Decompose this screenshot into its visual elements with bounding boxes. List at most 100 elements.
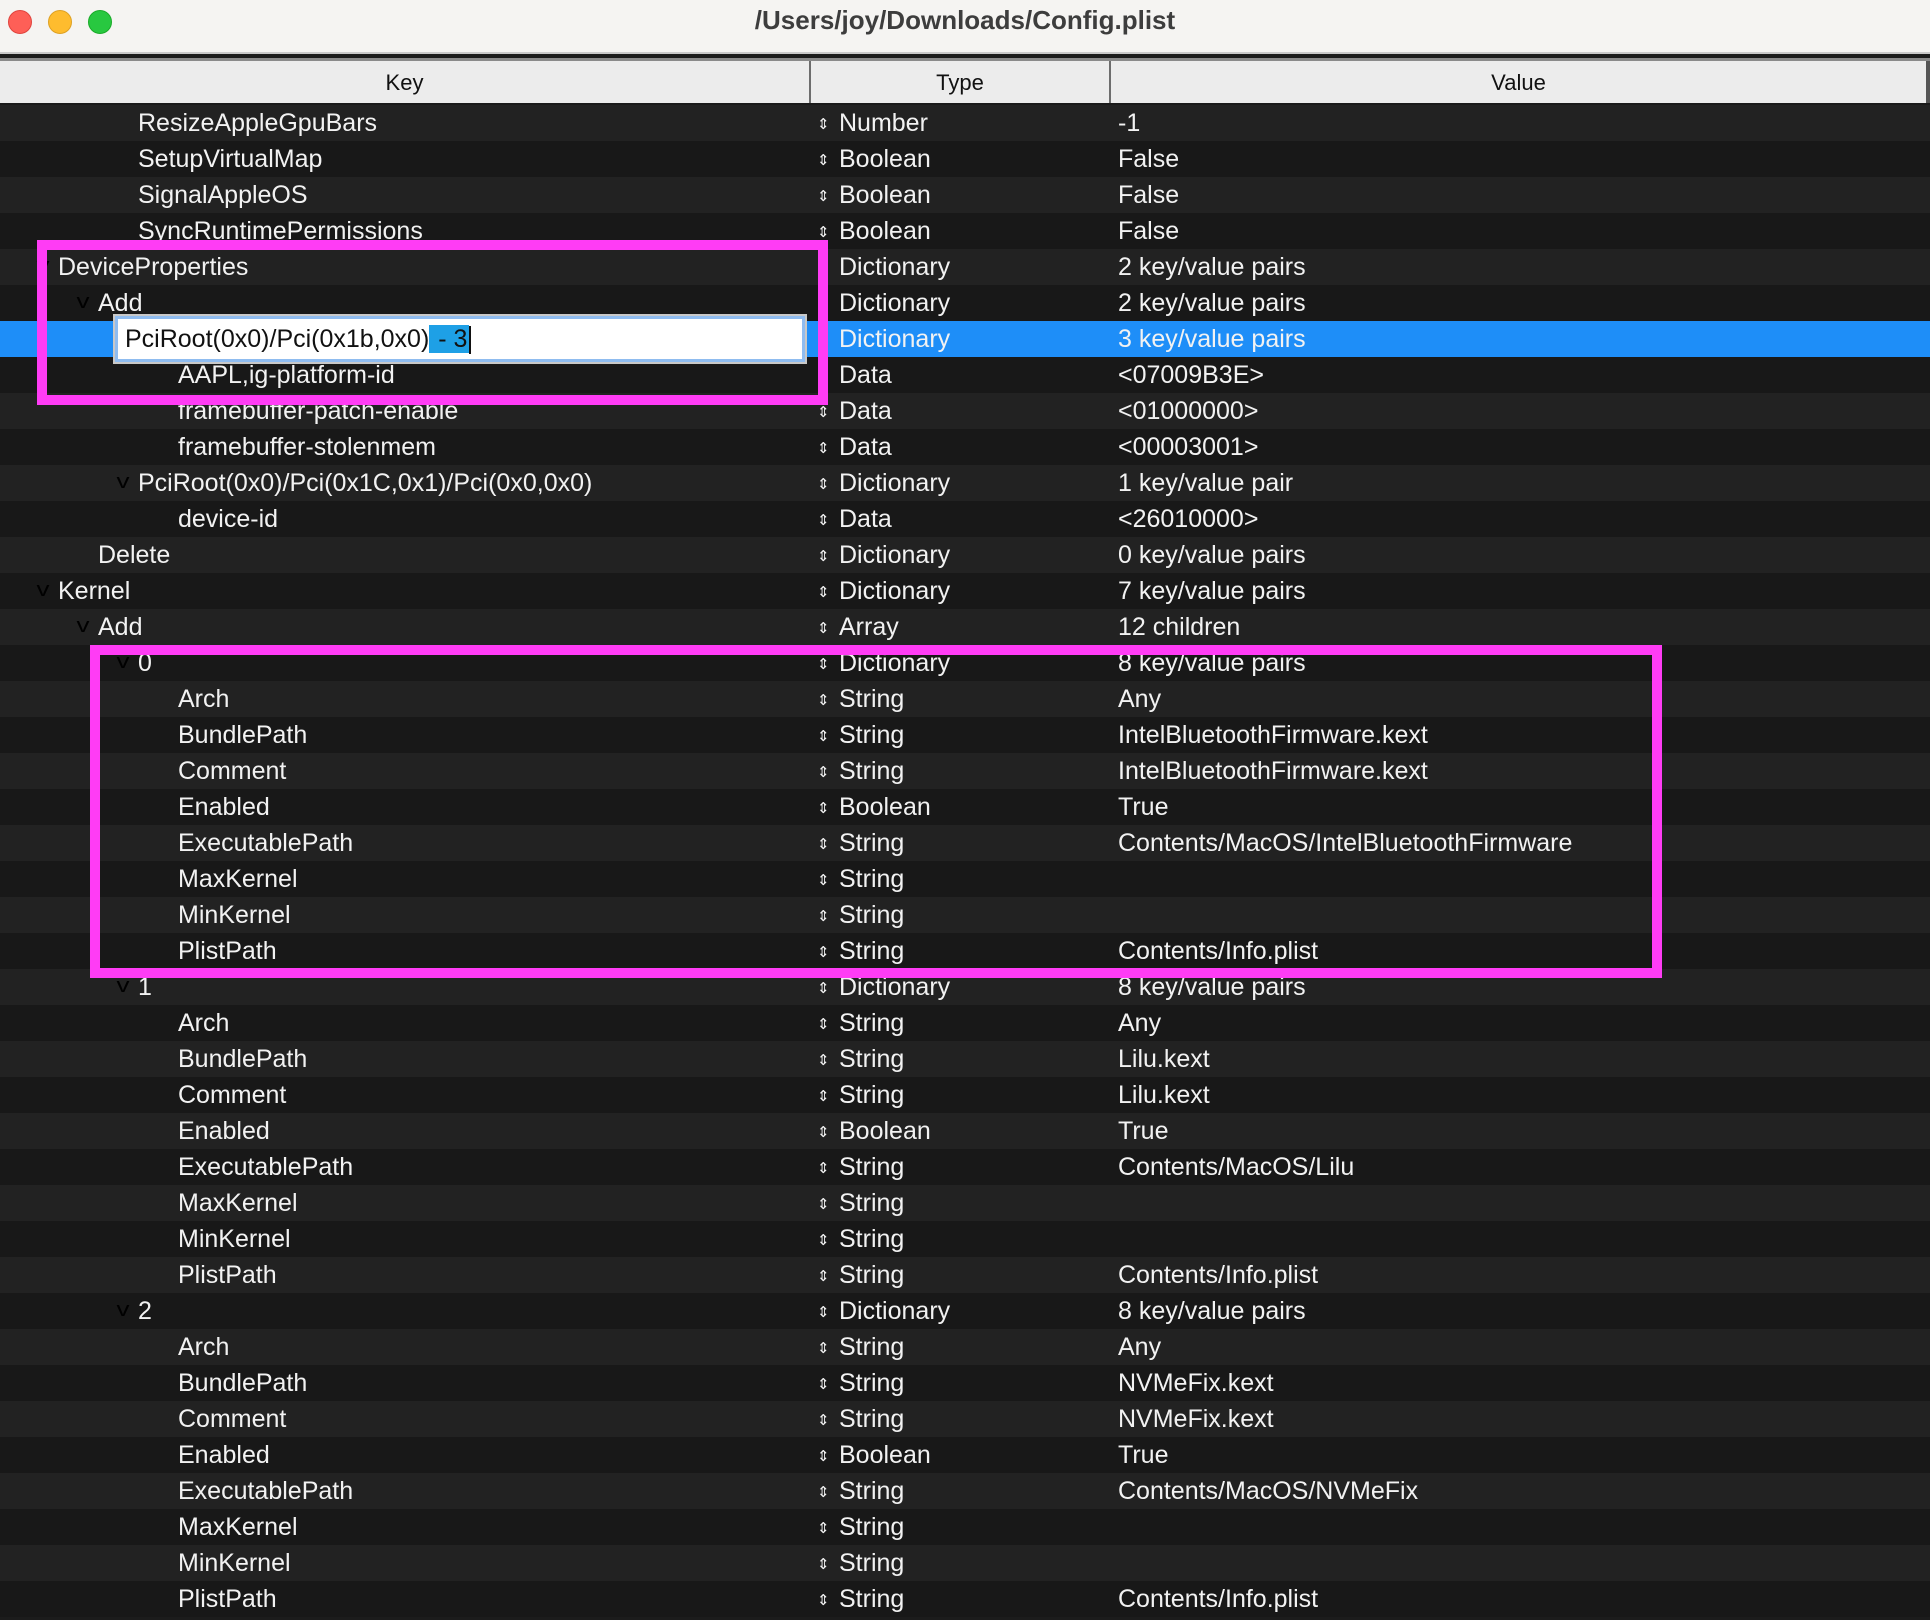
type-cell[interactable]: ⇕ String bbox=[817, 861, 1107, 897]
type-cell[interactable]: ⇕ Dictionary bbox=[817, 969, 1107, 1005]
key-cell[interactable]: BundlePath bbox=[0, 1041, 805, 1077]
outline-row[interactable]: Enabled ⇕ Boolean True bbox=[0, 1437, 1930, 1473]
type-stepper-icon[interactable]: ⇕ bbox=[817, 1367, 839, 1403]
outline-row[interactable]: Enabled ⇕ Boolean True bbox=[0, 1113, 1930, 1149]
type-cell[interactable]: ⇕ String bbox=[817, 681, 1107, 717]
type-stepper-icon[interactable]: ⇕ bbox=[817, 539, 839, 575]
key-cell[interactable]: ExecutablePath bbox=[0, 825, 805, 861]
disclosure-chevron-icon[interactable]: v bbox=[117, 645, 130, 679]
type-stepper-icon[interactable]: ⇕ bbox=[817, 1007, 839, 1043]
type-cell[interactable]: ⇕ Boolean bbox=[817, 177, 1107, 213]
outline-row[interactable]: SignalAppleOS ⇕ Boolean False bbox=[0, 177, 1930, 213]
type-stepper-icon[interactable]: ⇕ bbox=[817, 359, 839, 395]
value-cell[interactable]: False bbox=[1118, 177, 1918, 213]
value-cell[interactable]: <26010000> bbox=[1118, 501, 1918, 537]
key-cell[interactable]: Delete bbox=[0, 537, 805, 573]
type-stepper-icon[interactable]: ⇕ bbox=[817, 611, 839, 647]
disclosure-chevron-icon[interactable]: v bbox=[117, 969, 130, 1003]
value-cell[interactable]: 2 key/value pairs bbox=[1118, 249, 1918, 285]
type-cell[interactable]: ⇕ String bbox=[817, 1365, 1107, 1401]
outline-row[interactable]: v 2 ⇕ Dictionary 8 key/value pairs bbox=[0, 1293, 1930, 1329]
outline-row[interactable]: v 0 ⇕ Dictionary 8 key/value pairs bbox=[0, 645, 1930, 681]
type-cell[interactable]: ⇕ Boolean bbox=[817, 789, 1107, 825]
outline-row[interactable]: Arch ⇕ String Any bbox=[0, 1005, 1930, 1041]
outline-row[interactable]: Comment ⇕ String Lilu.kext bbox=[0, 1077, 1930, 1113]
type-cell[interactable]: ⇕ Dictionary bbox=[817, 285, 1107, 321]
key-cell[interactable]: MaxKernel bbox=[0, 1185, 805, 1221]
key-cell[interactable]: Arch bbox=[0, 681, 805, 717]
value-cell[interactable]: 8 key/value pairs bbox=[1118, 969, 1918, 1005]
type-stepper-icon[interactable]: ⇕ bbox=[817, 1583, 839, 1619]
key-cell[interactable]: v PciRoot(0x0)/Pci(0x1C,0x1)/Pci(0x0,0x0) bbox=[0, 465, 805, 501]
value-cell[interactable]: <01000000> bbox=[1118, 393, 1918, 429]
key-cell[interactable]: v DeviceProperties bbox=[0, 249, 805, 285]
type-cell[interactable]: ⇕ String bbox=[817, 1257, 1107, 1293]
outline-row[interactable]: ExecutablePath ⇕ String Contents/MacOS/Inte… bbox=[0, 825, 1930, 861]
type-stepper-icon[interactable]: ⇕ bbox=[817, 395, 839, 431]
outline-row[interactable]: MinKernel ⇕ String bbox=[0, 897, 1930, 933]
outline-row[interactable]: v PciRoot(0x0)/Pci(0x1C,0x1)/Pci(0x0,0x0)… bbox=[0, 465, 1930, 501]
type-stepper-icon[interactable]: ⇕ bbox=[817, 1403, 839, 1439]
disclosure-chevron-icon[interactable]: v bbox=[77, 285, 90, 319]
outline-row[interactable]: MaxKernel ⇕ String bbox=[0, 861, 1930, 897]
value-cell[interactable]: 2 key/value pairs bbox=[1118, 285, 1918, 321]
type-cell[interactable]: ⇕ Data bbox=[817, 393, 1107, 429]
disclosure-chevron-icon[interactable]: v bbox=[37, 573, 50, 607]
outline-row[interactable]: Delete ⇕ Dictionary 0 key/value pairs bbox=[0, 537, 1930, 573]
type-stepper-icon[interactable]: ⇕ bbox=[817, 1511, 839, 1547]
key-cell[interactable]: MaxKernel bbox=[0, 1509, 805, 1545]
type-cell[interactable]: ⇕ Data bbox=[817, 357, 1107, 393]
type-stepper-icon[interactable]: ⇕ bbox=[817, 683, 839, 719]
value-cell[interactable]: Contents/Info.plist bbox=[1118, 1581, 1918, 1617]
type-stepper-icon[interactable]: ⇕ bbox=[817, 1187, 839, 1223]
key-cell[interactable]: Comment bbox=[0, 753, 805, 789]
type-stepper-icon[interactable]: ⇕ bbox=[817, 863, 839, 899]
type-stepper-icon[interactable]: ⇕ bbox=[817, 719, 839, 755]
key-cell[interactable]: ExecutablePath bbox=[0, 1473, 805, 1509]
value-cell[interactable]: Lilu.kext bbox=[1118, 1077, 1918, 1113]
value-cell[interactable]: Contents/Info.plist bbox=[1118, 1257, 1918, 1293]
value-cell[interactable]: 12 children bbox=[1118, 609, 1918, 645]
key-cell[interactable]: Comment bbox=[0, 1401, 805, 1437]
outline-row[interactable]: Enabled ⇕ Boolean True bbox=[0, 789, 1930, 825]
type-stepper-icon[interactable]: ⇕ bbox=[817, 971, 839, 1007]
type-stepper-icon[interactable]: ⇕ bbox=[817, 935, 839, 971]
key-cell[interactable]: Enabled bbox=[0, 1113, 805, 1149]
key-cell[interactable]: framebuffer-stolenmem bbox=[0, 429, 805, 465]
value-cell[interactable]: Contents/MacOS/IntelBluetoothFirmware bbox=[1118, 825, 1918, 861]
outline-row[interactable]: PlistPath ⇕ String Contents/Info.plist bbox=[0, 933, 1930, 969]
key-cell[interactable]: ResizeAppleGpuBars bbox=[0, 105, 805, 141]
key-cell[interactable]: SyncRuntimePermissions bbox=[0, 213, 805, 249]
key-cell[interactable]: MinKernel bbox=[0, 1545, 805, 1581]
value-cell[interactable]: IntelBluetoothFirmware.kext bbox=[1118, 753, 1918, 789]
type-cell[interactable]: ⇕ Dictionary bbox=[817, 321, 1107, 357]
type-cell[interactable]: ⇕ Number bbox=[817, 105, 1107, 141]
value-cell[interactable]: NVMeFix.kext bbox=[1118, 1365, 1918, 1401]
type-cell[interactable]: ⇕ String bbox=[817, 717, 1107, 753]
value-cell[interactable]: NVMeFix.kext bbox=[1118, 1401, 1918, 1437]
key-cell[interactable]: SetupVirtualMap bbox=[0, 141, 805, 177]
outline-row[interactable]: SetupVirtualMap ⇕ Boolean False bbox=[0, 141, 1930, 177]
value-cell[interactable]: 3 key/value pairs bbox=[1118, 321, 1918, 357]
type-stepper-icon[interactable]: ⇕ bbox=[817, 575, 839, 611]
column-header-key[interactable]: Key bbox=[0, 61, 811, 103]
type-cell[interactable]: ⇕ String bbox=[817, 1509, 1107, 1545]
column-header-type[interactable]: Type bbox=[811, 61, 1111, 103]
type-stepper-icon[interactable]: ⇕ bbox=[817, 1259, 839, 1295]
value-cell[interactable]: Contents/Info.plist bbox=[1118, 933, 1918, 969]
value-cell[interactable]: 0 key/value pairs bbox=[1118, 537, 1918, 573]
type-cell[interactable]: ⇕ Dictionary bbox=[817, 537, 1107, 573]
type-stepper-icon[interactable]: ⇕ bbox=[817, 827, 839, 863]
key-cell[interactable]: MaxKernel bbox=[0, 861, 805, 897]
type-stepper-icon[interactable]: ⇕ bbox=[817, 899, 839, 935]
key-cell[interactable]: PlistPath bbox=[0, 1581, 805, 1617]
value-cell[interactable]: Contents/MacOS/NVMeFix bbox=[1118, 1473, 1918, 1509]
type-cell[interactable]: ⇕ String bbox=[817, 1005, 1107, 1041]
value-cell[interactable]: False bbox=[1118, 213, 1918, 249]
type-stepper-icon[interactable]: ⇕ bbox=[817, 1043, 839, 1079]
outline-row[interactable]: v Kernel ⇕ Dictionary 7 key/value pairs bbox=[0, 573, 1930, 609]
disclosure-chevron-icon[interactable]: v bbox=[117, 465, 130, 499]
column-header-value[interactable]: Value bbox=[1111, 61, 1930, 103]
outline-row[interactable]: Comment ⇕ String IntelBluetoothFirmware.kex… bbox=[0, 753, 1930, 789]
value-cell[interactable]: Any bbox=[1118, 1329, 1918, 1365]
